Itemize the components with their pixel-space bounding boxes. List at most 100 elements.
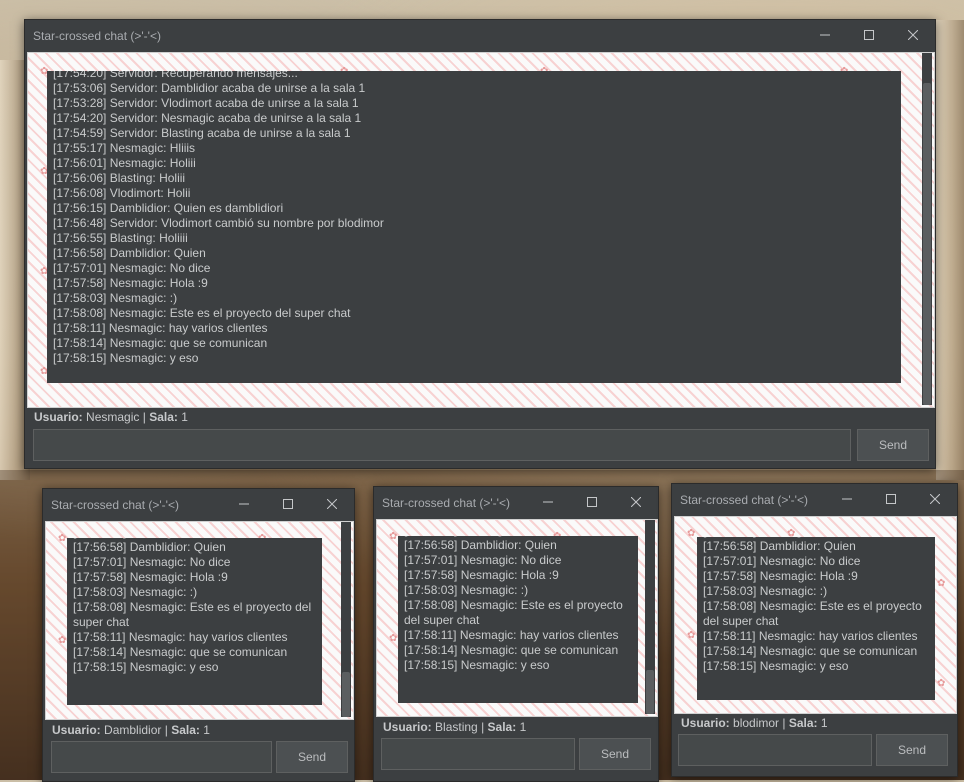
message-line: [17:56:58] Damblidior: Quien <box>73 540 226 554</box>
flower-icon: ✿ <box>937 678 946 689</box>
status-separator: | <box>481 720 485 734</box>
message-line: [17:58:14] Nesmagic: que se comunican <box>703 644 918 658</box>
flower-icon: ✿ <box>389 633 398 644</box>
status-bar: Usuario: blodimor | Sala: 1 <box>681 716 828 730</box>
message-line: [17:57:58] Nesmagic: Hola :9 <box>404 568 559 582</box>
flower-icon: ✿ <box>58 533 67 544</box>
message-list[interactable]: [17:56:55] Blasting: Holiiii[17:56:58] D… <box>398 536 638 703</box>
message-line: [17:58:15] Nesmagic: y eso <box>703 659 849 673</box>
user-label: Usuario: <box>681 716 730 730</box>
message-list[interactable]: [17:54:20] Servidor: Recuperando mensaje… <box>47 71 901 383</box>
chat-frame: ✿ ✿ ✿ ✿ ✿ ✿ ✿ [17:54:20] Servidor: Recup… <box>27 52 935 408</box>
user-label: Usuario: <box>383 720 432 734</box>
username: blodimor <box>733 716 780 730</box>
minimize-icon[interactable] <box>222 489 266 519</box>
message-line: [17:56:01] Nesmagic: Holiii <box>53 156 196 170</box>
message-line: [17:58:03] Nesmagic: :) <box>404 583 529 597</box>
scrollbar[interactable] <box>645 520 655 714</box>
status-bar: Usuario: Nesmagic | Sala: 1 <box>34 410 188 424</box>
flower-icon: ✿ <box>58 635 67 646</box>
message-line: [17:58:14] Nesmagic: que se comunican <box>53 336 268 350</box>
title-bar: Star-crossed chat (>'-'<) <box>43 489 354 519</box>
maximize-icon[interactable] <box>266 489 310 519</box>
close-icon[interactable] <box>913 484 957 514</box>
chat-window-blasting: Star-crossed chat (>'-'<) ✿ ✿ ✿ [17:56:5… <box>373 486 659 782</box>
message-line: [17:58:08] Nesmagic: Este es el proyecto… <box>53 306 351 320</box>
message-line: [17:57:58] Nesmagic: Hola :9 <box>703 569 858 583</box>
chat-window-blodimor: Star-crossed chat (>'-'<) ✿ ✿ ✿ ✿ ✿ [17:… <box>671 483 958 777</box>
user-label: Usuario: <box>52 723 101 737</box>
message-line: [17:56:08] Vlodimort: Holii <box>53 186 191 200</box>
scrollbar[interactable] <box>341 522 351 717</box>
message-input[interactable] <box>381 738 575 770</box>
message-line: [17:58:03] Nesmagic: :) <box>703 584 828 598</box>
chat-frame: ✿ ✿ ✿ [17:56:55] Blasting: Holiiii[17:56… <box>45 521 354 720</box>
room-label: Sala: <box>171 723 200 737</box>
send-button[interactable]: Send <box>579 738 651 770</box>
chat-frame: ✿ ✿ ✿ ✿ ✿ [17:56:55] Blasting: Holiiii[1… <box>674 516 957 714</box>
username: Blasting <box>435 720 478 734</box>
message-input[interactable] <box>33 429 851 461</box>
username: Nesmagic <box>86 410 140 424</box>
title-bar: Star-crossed chat (>'-'<) <box>672 484 957 514</box>
message-line: [17:55:17] Nesmagic: Hliiis <box>53 141 196 155</box>
minimize-icon[interactable] <box>526 487 570 517</box>
message-line: [17:58:11] Nesmagic: hay varios clientes <box>53 321 268 335</box>
window-title: Star-crossed chat (>'-'<) <box>51 498 179 512</box>
message-line: [17:57:01] Nesmagic: No dice <box>404 553 562 567</box>
chat-window-damblidior: Star-crossed chat (>'-'<) ✿ ✿ ✿ [17:56:5… <box>42 488 355 782</box>
flower-icon: ✿ <box>687 528 696 539</box>
status-separator: | <box>782 716 786 730</box>
room-label: Sala: <box>149 410 178 424</box>
close-icon[interactable] <box>891 20 935 50</box>
message-line: [17:58:03] Nesmagic: :) <box>73 585 198 599</box>
message-line: [17:57:58] Nesmagic: Hola :9 <box>73 570 228 584</box>
send-button[interactable]: Send <box>857 429 929 461</box>
scrollbar[interactable] <box>922 53 932 405</box>
status-bar: Usuario: Damblidior | Sala: 1 <box>52 723 210 737</box>
close-icon[interactable] <box>310 489 354 519</box>
message-line: [17:56:58] Damblidior: Quien <box>53 246 206 260</box>
maximize-icon[interactable] <box>847 20 891 50</box>
username: Damblidior <box>104 723 162 737</box>
window-title: Star-crossed chat (>'-'<) <box>382 496 510 510</box>
scrollbar-thumb[interactable] <box>923 83 931 405</box>
message-line: [17:56:58] Damblidior: Quien <box>404 538 557 552</box>
title-bar: Star-crossed chat (>'-'<) <box>25 20 935 50</box>
status-separator: | <box>142 410 146 424</box>
flower-icon: ✿ <box>937 578 946 589</box>
room-label: Sala: <box>487 720 517 734</box>
title-bar: Star-crossed chat (>'-'<) <box>374 487 658 517</box>
maximize-icon[interactable] <box>570 487 614 517</box>
room-number: 1 <box>519 720 527 734</box>
message-line: [17:57:58] Nesmagic: Hola :9 <box>53 276 208 290</box>
send-button[interactable]: Send <box>276 741 348 773</box>
message-input[interactable] <box>51 741 272 773</box>
message-list[interactable]: [17:56:55] Blasting: Holiiii[17:56:58] D… <box>67 538 322 705</box>
user-label: Usuario: <box>34 410 83 424</box>
message-line: [17:57:01] Nesmagic: No dice <box>73 555 231 569</box>
message-line: [17:56:15] Damblidior: Quien es damblidi… <box>53 201 284 215</box>
message-line: [17:58:08] Nesmagic: Este es el proyecto… <box>703 599 926 628</box>
maximize-icon[interactable] <box>869 484 913 514</box>
close-icon[interactable] <box>614 487 658 517</box>
message-line: [17:58:03] Nesmagic: :) <box>53 291 178 305</box>
message-line: [17:56:58] Damblidior: Quien <box>703 539 856 553</box>
message-line: [17:58:14] Nesmagic: que se comunican <box>73 645 288 659</box>
message-input[interactable] <box>678 734 872 766</box>
minimize-icon[interactable] <box>825 484 869 514</box>
flower-icon: ✿ <box>389 531 398 542</box>
send-button[interactable]: Send <box>876 734 948 766</box>
room-number: 1 <box>203 723 210 737</box>
scrollbar-thumb[interactable] <box>646 670 654 714</box>
minimize-icon[interactable] <box>803 20 847 50</box>
message-list[interactable]: [17:56:55] Blasting: Holiiii[17:56:58] D… <box>697 537 935 700</box>
window-title: Star-crossed chat (>'-'<) <box>33 29 161 43</box>
scrollbar-thumb[interactable] <box>342 672 350 717</box>
message-line: [17:56:55] Blasting: Holiiii <box>53 231 188 245</box>
message-line: [17:53:28] Servidor: Vlodimort acaba de … <box>53 96 359 110</box>
message-line: [17:58:15] Nesmagic: y eso <box>53 351 199 365</box>
message-line: [17:57:01] Nesmagic: No dice <box>703 554 861 568</box>
chat-window-main: Star-crossed chat (>'-'<) ✿ ✿ ✿ ✿ ✿ ✿ ✿ … <box>24 19 936 469</box>
message-line: [17:58:08] Nesmagic: Este es el proyecto… <box>404 598 627 627</box>
